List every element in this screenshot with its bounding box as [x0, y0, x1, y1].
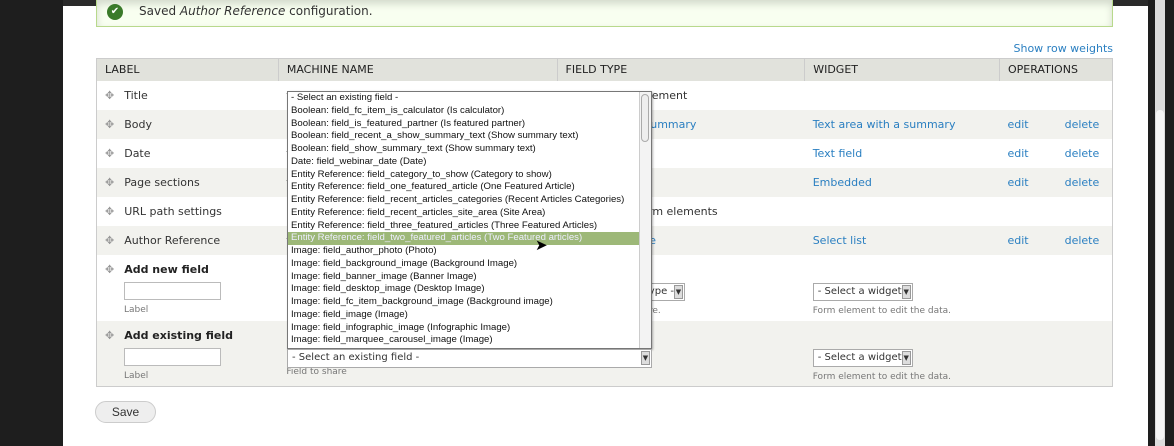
delete-link[interactable]: delete — [1065, 234, 1100, 247]
mouse-cursor-icon: ➤ — [535, 236, 548, 254]
dropdown-option[interactable]: - Select an existing field - — [288, 92, 651, 105]
new-field-label-input[interactable] — [124, 281, 221, 300]
row-label: Author Reference — [124, 233, 221, 247]
select-value: - Select a widget - — [817, 351, 909, 363]
header-operations: OPERATIONS — [999, 58, 1114, 81]
label-description: Label — [124, 370, 149, 381]
row-label: Date — [124, 146, 151, 160]
edit-link[interactable]: edit — [1007, 234, 1028, 247]
dropdown-option[interactable]: Image: field_author_photo (Photo) — [288, 245, 651, 258]
show-row-weights-link[interactable]: Show row weights — [1014, 42, 1114, 55]
dropdown-option[interactable]: Entity Reference: field_two_featured_art… — [288, 232, 651, 245]
scrollbar-thumb[interactable] — [1156, 110, 1164, 440]
existing-field-dropdown-list[interactable]: - Select an existing field - Boolean: fie… — [287, 91, 652, 349]
drag-handle-icon[interactable]: ✥ — [105, 176, 114, 189]
header-widget: WIDGET — [804, 58, 1000, 81]
existing-field-select[interactable]: - Select an existing field - ▼ — [287, 349, 652, 368]
dropdown-option[interactable]: Image: field_desktop_image (Desktop Imag… — [288, 283, 651, 296]
add-new-field-title: Add new field — [124, 262, 209, 276]
header-field-type: FIELD TYPE — [557, 58, 806, 81]
select-value: - Select a widget - — [817, 285, 909, 297]
dropdown-scrollbar[interactable] — [639, 92, 651, 348]
row-label: Body — [124, 117, 152, 131]
window-scrollbar[interactable] — [1155, 0, 1165, 446]
header-machine-name: MACHINE NAME — [278, 58, 558, 81]
dropdown-arrow-icon: ▼ — [901, 350, 911, 365]
drag-handle-icon[interactable]: ✥ — [105, 263, 114, 276]
new-widget-select[interactable]: - Select a widget - ▼ — [812, 282, 913, 301]
row-label: Title — [124, 88, 148, 102]
delete-link[interactable]: delete — [1065, 176, 1100, 189]
message-text: Saved — [139, 4, 180, 18]
header-label: LABEL — [96, 58, 279, 81]
widget-link[interactable]: Text field — [813, 147, 862, 160]
widget-link[interactable]: Select list — [813, 234, 867, 247]
dropdown-option[interactable]: Date: field_webinar_date (Date) — [288, 156, 651, 169]
widget-link[interactable]: Text area with a summary — [813, 118, 956, 131]
dropdown-option[interactable]: Image: field_background_image (Backgroun… — [288, 258, 651, 271]
dropdown-option[interactable]: Image: field_infographic_image (Infograp… — [288, 322, 651, 335]
drag-handle-icon[interactable]: ✥ — [105, 118, 114, 131]
drag-handle-icon[interactable]: ✥ — [105, 329, 114, 342]
drag-handle-icon[interactable]: ✥ — [105, 205, 114, 218]
dropdown-option[interactable]: Image: field_image (Image) — [288, 309, 651, 322]
edit-link[interactable]: edit — [1007, 118, 1028, 131]
message-text-suffix: configuration. — [285, 4, 373, 18]
select-value: - Select an existing field - — [292, 352, 420, 363]
dropdown-option[interactable]: Image: field_banner_image (Banner Image) — [288, 271, 651, 284]
dropdown-option[interactable]: Boolean: field_show_summary_text (Show s… — [288, 143, 651, 156]
existing-widget-select[interactable]: - Select a widget - ▼ — [812, 348, 913, 367]
save-button[interactable]: Save — [95, 401, 156, 423]
dropdown-arrow-icon: ▼ — [641, 351, 650, 365]
dropdown-option[interactable]: Boolean: field_recent_a_show_summary_tex… — [288, 130, 651, 143]
delete-link[interactable]: delete — [1065, 118, 1100, 131]
dropdown-option[interactable]: Image: field_marquee_carousel_image (Ima… — [288, 334, 651, 347]
existing-field-label-input[interactable] — [124, 347, 221, 366]
field-to-share-description: Field to share — [286, 366, 347, 377]
dropdown-option[interactable]: Entity Reference: field_category_to_show… — [288, 169, 651, 182]
dropdown-option[interactable]: Image: field_fc_item_background_image (B… — [288, 296, 651, 309]
dropdown-option[interactable]: Entity Reference: field_recent_articles_… — [288, 207, 651, 220]
delete-link[interactable]: delete — [1065, 147, 1100, 160]
widget-description: Form element to edit the data. — [812, 305, 952, 316]
page: ✔ Saved Author Reference configuration. … — [63, 0, 1148, 446]
message-emphasis: Author Reference — [179, 4, 286, 18]
add-existing-field-title: Add existing field — [124, 328, 234, 342]
dropdown-option[interactable]: Entity Reference: field_one_featured_art… — [288, 181, 651, 194]
edit-link[interactable]: edit — [1007, 176, 1028, 189]
dropdown-arrow-icon: ▼ — [901, 284, 911, 299]
row-label: URL path settings — [124, 204, 222, 218]
drag-handle-icon[interactable]: ✥ — [105, 89, 114, 102]
row-label: Page sections — [124, 175, 200, 189]
scrollbar-thumb[interactable] — [641, 94, 649, 142]
edit-link[interactable]: edit — [1007, 147, 1028, 160]
dropdown-arrow-icon: ▼ — [674, 284, 683, 299]
widget-link[interactable]: Embedded — [813, 176, 872, 189]
dropdown-option[interactable]: Entity Reference: field_three_featured_a… — [288, 220, 651, 233]
label-description: Label — [124, 304, 149, 315]
dropdown-option[interactable]: Entity Reference: field_recent_articles_… — [288, 194, 651, 207]
dropdown-option[interactable]: Boolean: field_fc_item_is_calculator (Is… — [288, 105, 651, 118]
widget-description: Form element to edit the data. — [812, 371, 952, 382]
dropdown-option[interactable]: Boolean: field_is_featured_partner (Is f… — [288, 118, 651, 131]
checkmark-icon: ✔ — [107, 4, 123, 20]
drag-handle-icon[interactable]: ✥ — [105, 234, 114, 247]
status-message: ✔ Saved Author Reference configuration. — [96, 0, 1113, 27]
drag-handle-icon[interactable]: ✥ — [105, 147, 114, 160]
